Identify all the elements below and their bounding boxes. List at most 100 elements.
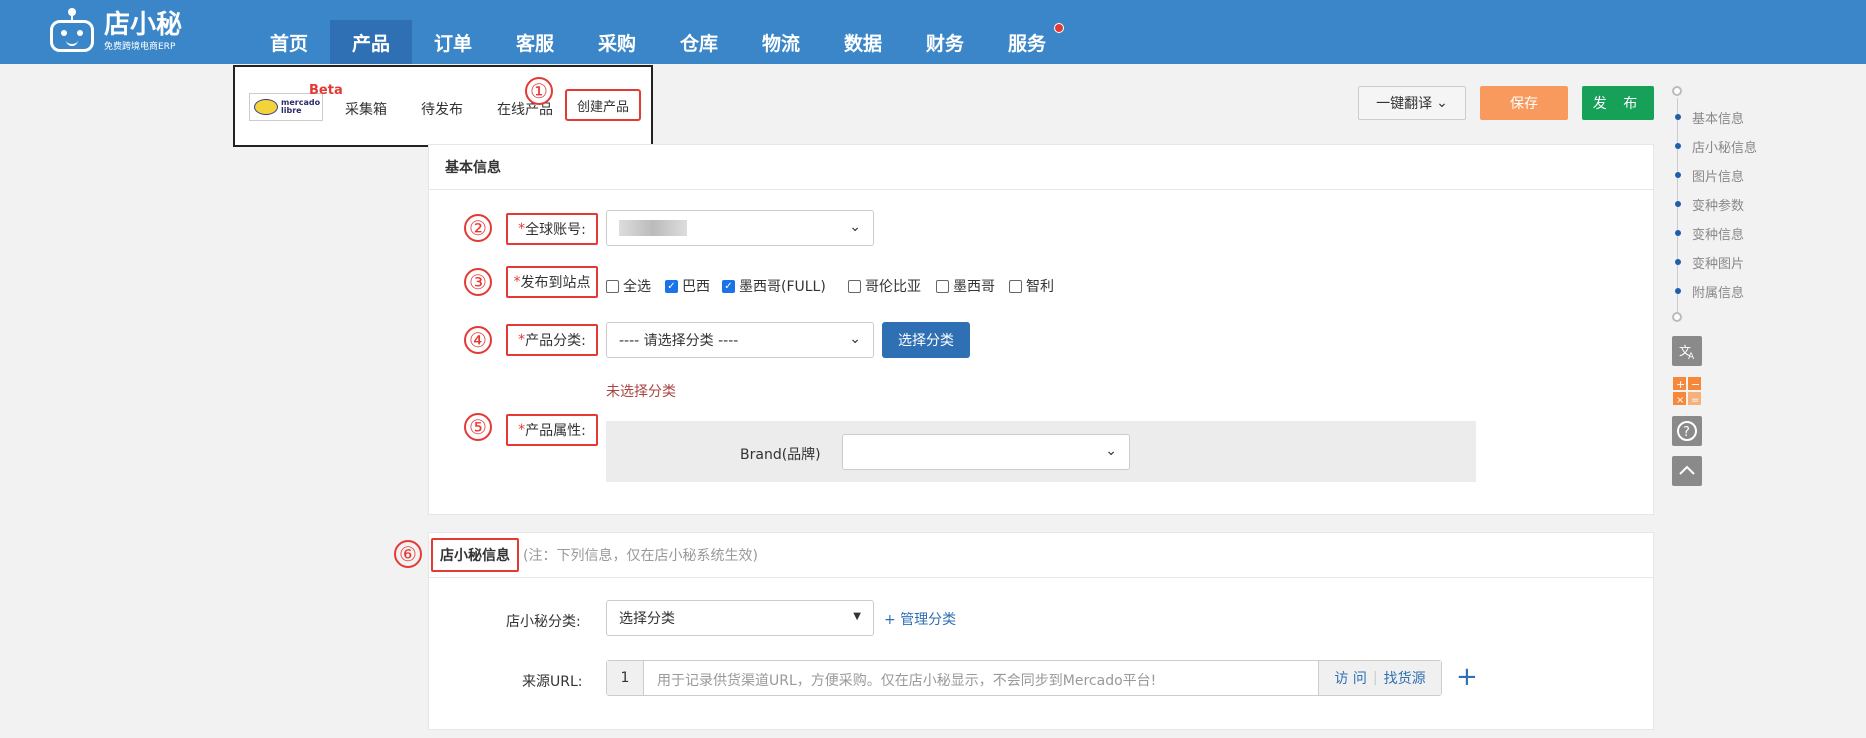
manage-category-link[interactable]: + 管理分类 — [884, 609, 956, 629]
caret-down-icon: ▼ — [853, 611, 861, 622]
site-checkbox-brazil[interactable]: ✓ 巴西 — [665, 276, 710, 296]
add-url-button[interactable]: + — [1456, 662, 1478, 692]
divider: | — [1372, 670, 1378, 686]
visit-link[interactable]: 访 问 — [1334, 668, 1366, 688]
category-label-text: 产品分类: — [525, 333, 586, 349]
site-chile-label: 智利 — [1026, 279, 1054, 295]
site-all-label: 全选 — [623, 279, 651, 295]
site-checkbox-all[interactable]: 全选 — [606, 276, 651, 296]
checkbox-icon[interactable] — [936, 279, 949, 293]
annotation-5: ⑤ — [464, 413, 492, 441]
site-checkbox-mexico-full[interactable]: ✓ 墨西哥(FULL) — [722, 276, 826, 296]
app-tagline: 免费跨境电商ERP — [104, 41, 176, 52]
submenu-collect-box[interactable]: 采集箱 — [345, 99, 387, 119]
checkbox-checked-icon[interactable]: ✓ — [722, 279, 735, 293]
timeline-variant-params[interactable]: 变种参数 — [1692, 195, 1744, 214]
category-select[interactable]: ---- 请选择分类 ---- ⌄ — [606, 322, 874, 358]
nav-finance[interactable]: 财务 — [904, 20, 986, 64]
beta-badge: Beta — [309, 83, 343, 98]
chevron-down-icon: ⌄ — [849, 331, 861, 347]
translate-tool-icon[interactable]: 文A — [1672, 336, 1702, 366]
back-to-top-icon[interactable] — [1672, 456, 1702, 486]
svg-text:+: + — [1676, 378, 1685, 391]
attr-label-text: 产品属性: — [525, 423, 586, 439]
checkbox-icon[interactable] — [606, 279, 619, 293]
chevron-down-icon: ⌄ — [1436, 95, 1448, 111]
site-checkbox-chile[interactable]: 智利 — [1009, 276, 1054, 296]
notification-dot-icon — [1054, 23, 1064, 33]
timeline-dot-icon — [1675, 288, 1681, 294]
chevron-down-icon: ⌄ — [849, 219, 861, 235]
nav-products[interactable]: 产品 — [330, 20, 412, 64]
site-mexico-label: 墨西哥 — [953, 279, 995, 295]
nav-home[interactable]: 首页 — [248, 20, 330, 64]
timeline-dxm-info[interactable]: 店小秘信息 — [1692, 137, 1757, 156]
brand-select[interactable]: ⌄ — [842, 434, 1130, 470]
timeline-line — [1677, 98, 1678, 318]
svg-text:×: × — [1676, 395, 1684, 406]
blurred-account-value — [619, 220, 687, 236]
site-brazil-label: 巴西 — [682, 279, 710, 295]
timeline-variant-images[interactable]: 变种图片 — [1692, 253, 1744, 272]
translate-label: 一键翻译 — [1376, 96, 1433, 112]
calculator-icon[interactable]: + − × = — [1672, 376, 1702, 406]
nav-customer-service[interactable]: 客服 — [494, 20, 576, 64]
timeline-dot-icon — [1675, 201, 1681, 207]
product-submenu: mercado libre Beta 采集箱 待发布 在线产品 创建产品 ① — [233, 65, 653, 147]
basic-info-title: 基本信息 — [429, 145, 1653, 190]
main-menu: 首页 产品 订单 客服 采购 仓库 物流 数据 财务 服务 — [248, 20, 1068, 64]
category-warning: 未选择分类 — [606, 384, 676, 400]
svg-text:?: ? — [1683, 425, 1690, 440]
category-placeholder: ---- 请选择分类 ---- — [619, 333, 739, 349]
submenu-pending[interactable]: 待发布 — [421, 99, 463, 119]
account-select[interactable]: ⌄ — [606, 210, 874, 246]
account-label: * 全球账号: — [506, 213, 598, 245]
site-checkbox-mexico[interactable]: 墨西哥 — [936, 276, 995, 296]
timeline-dot-icon — [1675, 259, 1681, 265]
find-source-link[interactable]: 找货源 — [1384, 668, 1426, 688]
checkbox-icon[interactable] — [1009, 279, 1022, 293]
timeline-dot-icon — [1675, 172, 1681, 178]
annotation-4: ④ — [464, 326, 492, 354]
annotation-3: ③ — [464, 268, 492, 296]
robot-logo-icon — [46, 8, 98, 54]
app-name: 店小秘 — [104, 9, 183, 40]
source-url-label: 来源URL: — [522, 674, 583, 690]
dxm-info-head: 店小秘信息 (注：下列信息，仅在店小秘系统生效) — [429, 533, 1653, 578]
timeline-image-info[interactable]: 图片信息 — [1692, 166, 1744, 185]
logo-text-libre: libre — [281, 106, 302, 115]
category-label: * 产品分类: — [506, 324, 598, 356]
nav-logistics[interactable]: 物流 — [740, 20, 822, 64]
source-url-input[interactable]: 1 用于记录供货渠道URL，方便采购。仅在店小秘显示，不会同步到Mercado平… — [606, 660, 1442, 696]
dxm-category-select[interactable]: 选择分类 ▼ — [606, 600, 874, 636]
chevron-down-icon: ⌄ — [1105, 443, 1117, 459]
dxm-info-title: 店小秘信息 — [431, 538, 519, 572]
timeline-variant-info[interactable]: 变种信息 — [1692, 224, 1744, 243]
dxm-category-label: 店小秘分类: — [506, 614, 581, 630]
publish-button[interactable]: 发 布 — [1582, 86, 1654, 120]
translate-button[interactable]: 一键翻译 ⌄ — [1358, 86, 1466, 120]
nav-data[interactable]: 数据 — [822, 20, 904, 64]
logo[interactable]: 店小秘 免费跨境电商ERP — [46, 8, 182, 54]
timeline-dot-icon — [1675, 114, 1681, 120]
nav-purchase[interactable]: 采购 — [576, 20, 658, 64]
checkbox-icon[interactable] — [848, 279, 861, 293]
timeline-dot-icon — [1675, 143, 1681, 149]
site-label-text: 发布到站点 — [520, 275, 591, 291]
svg-text:−: − — [1691, 378, 1700, 391]
svg-text:A: A — [1688, 352, 1695, 361]
checkbox-checked-icon[interactable]: ✓ — [665, 279, 678, 293]
url-actions: 访 问 | 找货源 — [1318, 661, 1441, 695]
save-button[interactable]: 保存 — [1480, 86, 1568, 120]
site-checkbox-colombia[interactable]: 哥伦比亚 — [848, 276, 921, 296]
nav-orders[interactable]: 订单 — [412, 20, 494, 64]
annotation-1: ① — [525, 77, 553, 105]
account-label-text: 全球账号: — [525, 222, 586, 238]
choose-category-button[interactable]: 选择分类 — [882, 322, 970, 358]
timeline-basic-info[interactable]: 基本信息 — [1692, 108, 1744, 127]
nav-warehouse[interactable]: 仓库 — [658, 20, 740, 64]
help-icon[interactable]: ? — [1672, 416, 1702, 446]
brand-label: Brand(品牌) — [740, 447, 821, 463]
create-product-button[interactable]: 创建产品 — [565, 89, 641, 121]
timeline-attached-info[interactable]: 附属信息 — [1692, 282, 1744, 301]
